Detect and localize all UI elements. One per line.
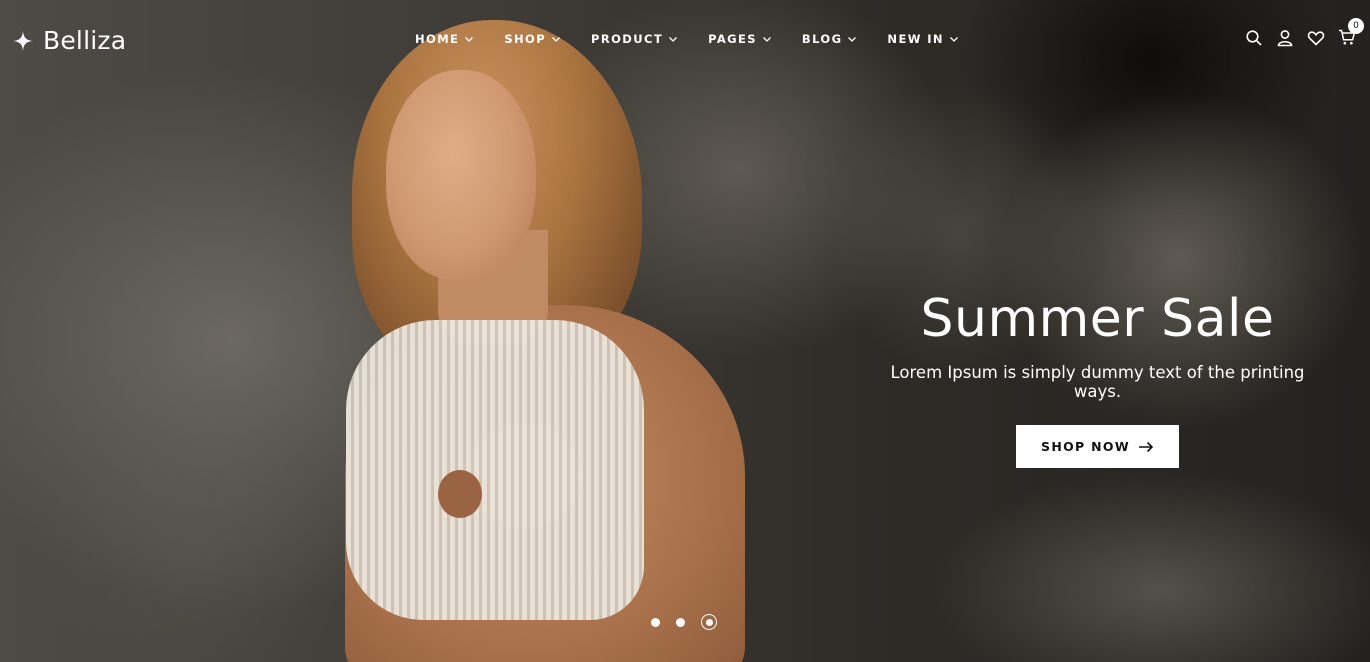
slide-caption: Summer Sale Lorem Ipsum is simply dummy … (880, 286, 1315, 401)
user-icon[interactable] (1276, 29, 1294, 47)
brand-name: Belliza (43, 26, 127, 55)
slider-dot-3-active[interactable] (701, 614, 717, 630)
nav-item-home[interactable]: HOME (415, 32, 474, 46)
chevron-down-icon (465, 37, 474, 42)
hero-image-face (386, 70, 536, 280)
logo[interactable]: Belliza (12, 26, 126, 55)
slide-subtitle: Lorem Ipsum is simply dummy text of the … (890, 363, 1305, 401)
slider-dot-2[interactable] (676, 617, 685, 627)
chevron-down-icon (762, 37, 771, 42)
nav-item-label: NEW IN (887, 32, 944, 46)
cart-count-badge: 0 (1348, 18, 1364, 34)
nav-item-label: HOME (415, 32, 460, 46)
search-icon[interactable] (1245, 29, 1263, 47)
header-icons: 0 (1245, 18, 1364, 48)
nav-item-pages[interactable]: PAGES (708, 32, 772, 46)
cart-button[interactable]: 0 (1338, 18, 1364, 48)
main-menu: HOME SHOP PRODUCT PAGES BLOG NEW IN (415, 32, 959, 46)
site-header: Belliza HOME SHOP PRODUCT PAGES BLOG NEW… (0, 0, 1370, 80)
slider-dot-1[interactable] (651, 617, 660, 627)
chevron-down-icon (949, 37, 958, 42)
hero-slider: Belliza HOME SHOP PRODUCT PAGES BLOG NEW… (0, 0, 1370, 662)
nav-item-new-in[interactable]: NEW IN (887, 32, 958, 46)
sparkle-star-icon (12, 30, 34, 51)
nav-item-label: PRODUCT (591, 32, 664, 46)
hero-image-detail (438, 470, 482, 518)
shop-now-button[interactable]: SHOP NOW (1016, 425, 1179, 468)
heart-icon[interactable] (1307, 29, 1325, 47)
nav-item-product[interactable]: PRODUCT (591, 32, 678, 46)
nav-item-blog[interactable]: BLOG (802, 32, 858, 46)
chevron-down-icon (669, 37, 678, 42)
nav-item-label: PAGES (708, 32, 757, 46)
nav-item-shop[interactable]: SHOP (504, 32, 561, 46)
nav-item-label: SHOP (504, 32, 547, 46)
hero-image-crochet-top (346, 320, 644, 620)
shop-now-label: SHOP NOW (1041, 439, 1130, 454)
slide-title: Summer Sale (920, 289, 1275, 349)
slider-pagination (651, 614, 717, 630)
nav-item-label: BLOG (801, 32, 843, 46)
chevron-down-icon (848, 37, 857, 42)
arrow-right-icon (1138, 441, 1154, 452)
chevron-down-icon (552, 37, 560, 42)
